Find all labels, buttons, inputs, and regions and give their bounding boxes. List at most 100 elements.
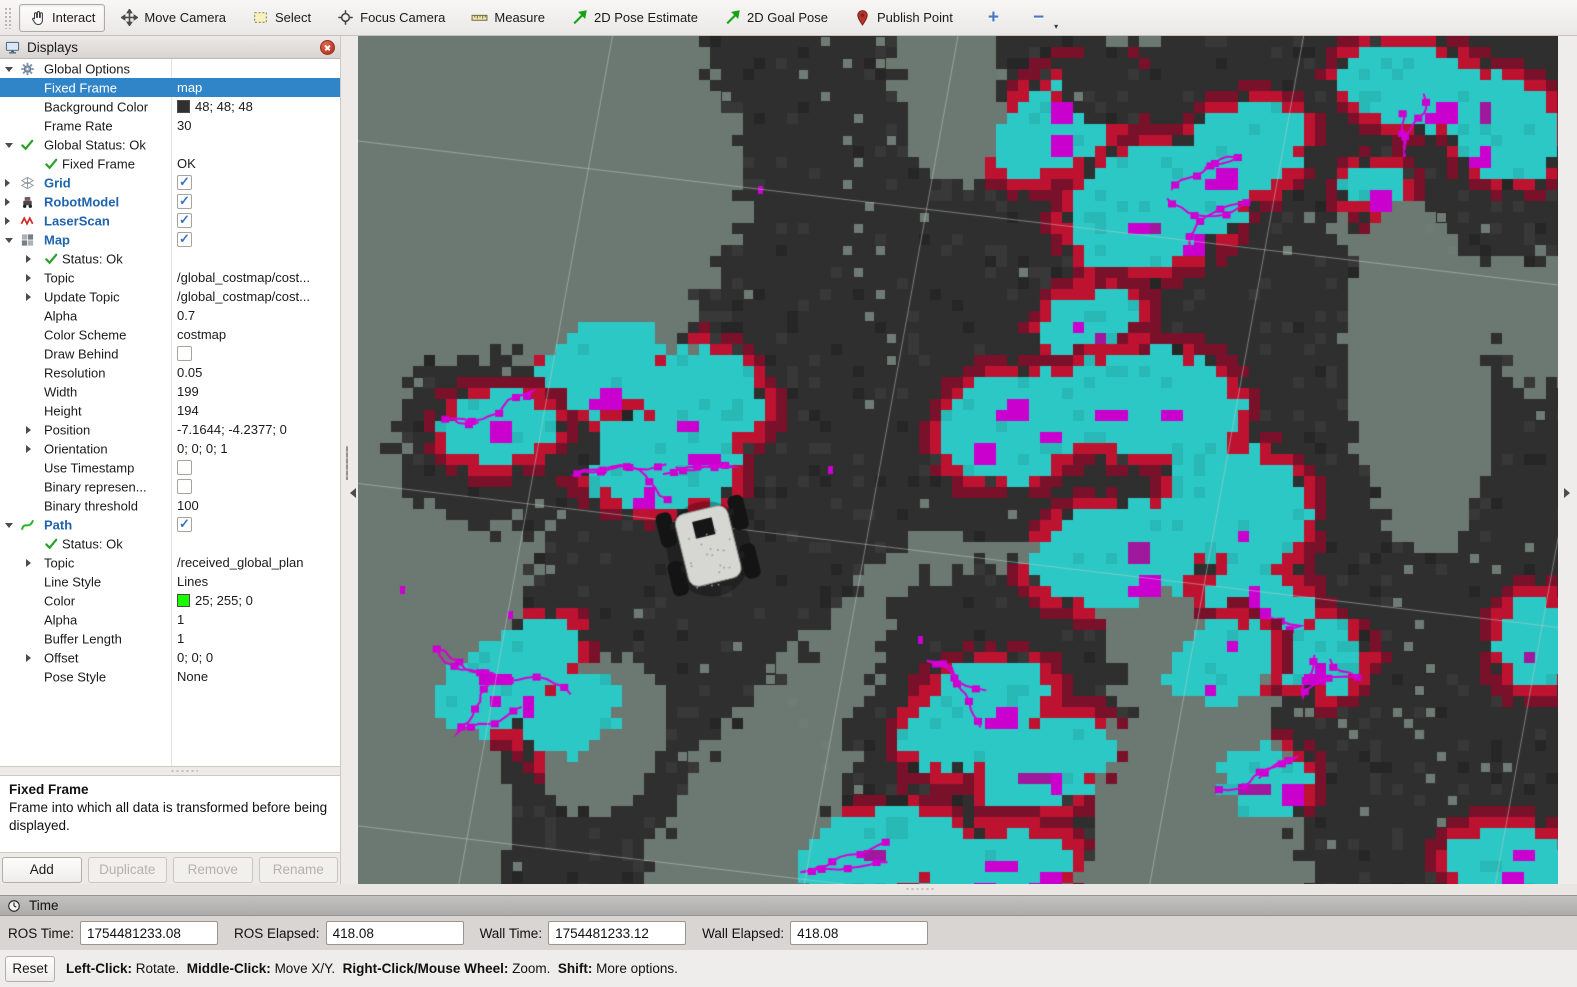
checkbox[interactable] (177, 175, 192, 190)
property-value[interactable]: /received_global_plan (172, 553, 340, 572)
property-value[interactable] (172, 477, 340, 496)
tree-row[interactable]: Resolution0.05 (0, 363, 340, 382)
tree-row[interactable]: Frame Rate30 (0, 116, 340, 135)
expand-icon[interactable] (26, 274, 31, 282)
tree-row[interactable]: Draw Behind (0, 344, 340, 363)
property-value[interactable]: 0.7 (172, 306, 340, 325)
tree-row[interactable]: Path (0, 515, 340, 534)
property-value[interactable]: -7.1644; -4.2377; 0 (172, 420, 340, 439)
checkbox[interactable] (177, 194, 192, 209)
property-value[interactable]: 30 (172, 116, 340, 135)
property-value[interactable]: /global_costmap/cost... (172, 268, 340, 287)
color-swatch[interactable] (177, 594, 190, 607)
checkbox[interactable] (177, 460, 192, 475)
ros-time-input[interactable] (80, 921, 218, 945)
property-value[interactable]: 1 (172, 610, 340, 629)
wall-time-input[interactable] (548, 921, 686, 945)
checkbox[interactable] (177, 346, 192, 361)
checkbox[interactable] (177, 517, 192, 532)
tree-row[interactable]: Binary represen... (0, 477, 340, 496)
property-value[interactable] (172, 173, 340, 192)
expand-icon[interactable] (26, 654, 31, 662)
tree-row[interactable]: Width199 (0, 382, 340, 401)
ros-elapsed-input[interactable] (326, 921, 464, 945)
collapse-icon[interactable] (5, 143, 13, 148)
color-swatch[interactable] (177, 100, 190, 113)
reset-button[interactable]: Reset (5, 956, 55, 982)
property-value[interactable]: 48; 48; 48 (172, 97, 340, 116)
property-value[interactable]: 25; 255; 0 (172, 591, 340, 610)
checkbox[interactable] (177, 479, 192, 494)
tree-row[interactable]: RobotModel (0, 192, 340, 211)
property-value[interactable] (172, 458, 340, 477)
tree-row[interactable]: Global Options (0, 59, 340, 78)
collapse-icon[interactable] (5, 523, 13, 528)
close-icon[interactable] (320, 40, 335, 55)
tree-row[interactable]: Position-7.1644; -4.2377; 0 (0, 420, 340, 439)
add-tool-button[interactable]: + (980, 5, 1007, 31)
time-panel-header[interactable]: Time (0, 895, 1577, 916)
property-value[interactable] (172, 515, 340, 534)
expand-icon[interactable] (5, 179, 10, 187)
tool-focus-camera[interactable]: Focus Camera (327, 4, 455, 32)
tool-measure[interactable]: Measure (461, 4, 555, 32)
tree-row[interactable]: Offset0; 0; 0 (0, 648, 340, 667)
tree-row[interactable]: Buffer Length1 (0, 629, 340, 648)
property-value[interactable]: None (172, 667, 340, 686)
collapse-right-icon[interactable] (1564, 488, 1570, 498)
3d-viewport[interactable] (358, 36, 1558, 884)
expand-icon[interactable] (26, 255, 31, 263)
tree-row[interactable]: LaserScan (0, 211, 340, 230)
tree-row[interactable]: Status: Ok (0, 534, 340, 553)
tree-row[interactable]: Color Schemecostmap (0, 325, 340, 344)
property-value[interactable]: 0; 0; 0; 1 (172, 439, 340, 458)
tree-row[interactable]: Global Status: Ok (0, 135, 340, 154)
property-value[interactable]: costmap (172, 325, 340, 344)
expand-icon[interactable] (26, 426, 31, 434)
wall-elapsed-input[interactable] (790, 921, 928, 945)
displays-panel-header[interactable]: Displays (0, 36, 340, 59)
tree-row[interactable]: Alpha1 (0, 610, 340, 629)
tree-row[interactable]: Alpha0.7 (0, 306, 340, 325)
collapse-left-icon[interactable] (350, 488, 356, 498)
toolbar-overflow-icon[interactable]: ▾ (1054, 22, 1058, 31)
expand-icon[interactable] (26, 445, 31, 453)
property-value[interactable]: /global_costmap/cost... (172, 287, 340, 306)
property-value[interactable]: 100 (172, 496, 340, 515)
tree-row[interactable]: Topic/global_costmap/cost... (0, 268, 340, 287)
expand-icon[interactable] (26, 559, 31, 567)
expand-icon[interactable] (5, 217, 10, 225)
tree-row[interactable]: Color25; 255; 0 (0, 591, 340, 610)
tree-row[interactable]: Pose StyleNone (0, 667, 340, 686)
tool-interact[interactable]: Interact (19, 4, 105, 32)
property-value[interactable] (172, 230, 340, 249)
property-value[interactable]: map (172, 78, 340, 97)
property-value[interactable] (172, 192, 340, 211)
tree-row[interactable]: Fixed FrameOK (0, 154, 340, 173)
tree-row[interactable]: Binary threshold100 (0, 496, 340, 515)
tree-row[interactable]: Grid (0, 173, 340, 192)
property-value[interactable]: 0.05 (172, 363, 340, 382)
tree-row[interactable]: Fixed Framemap (0, 78, 340, 97)
expand-icon[interactable] (5, 198, 10, 206)
tree-row[interactable]: Orientation0; 0; 0; 1 (0, 439, 340, 458)
toolbar-drag-handle[interactable] (4, 7, 12, 29)
tool-publish-point[interactable]: Publish Point (844, 4, 963, 32)
tree-row[interactable]: Line StyleLines (0, 572, 340, 591)
tree-row[interactable]: Height194 (0, 401, 340, 420)
tool-select[interactable]: Select (242, 4, 321, 32)
tree-row[interactable]: Status: Ok (0, 249, 340, 268)
tool-2d-pose-estimate[interactable]: 2D Pose Estimate (561, 4, 708, 32)
tree-row[interactable]: Map (0, 230, 340, 249)
add-button[interactable]: Add (2, 857, 82, 883)
tree-row[interactable]: Use Timestamp (0, 458, 340, 477)
checkbox[interactable] (177, 213, 192, 228)
collapse-icon[interactable] (5, 67, 13, 72)
collapse-icon[interactable] (5, 238, 13, 243)
panel-splitter[interactable] (0, 767, 340, 775)
property-value[interactable]: OK (172, 154, 340, 173)
tool-2d-goal-pose[interactable]: 2D Goal Pose (714, 4, 838, 32)
expand-icon[interactable] (26, 293, 31, 301)
tree-row[interactable]: Background Color48; 48; 48 (0, 97, 340, 116)
property-value[interactable] (172, 344, 340, 363)
